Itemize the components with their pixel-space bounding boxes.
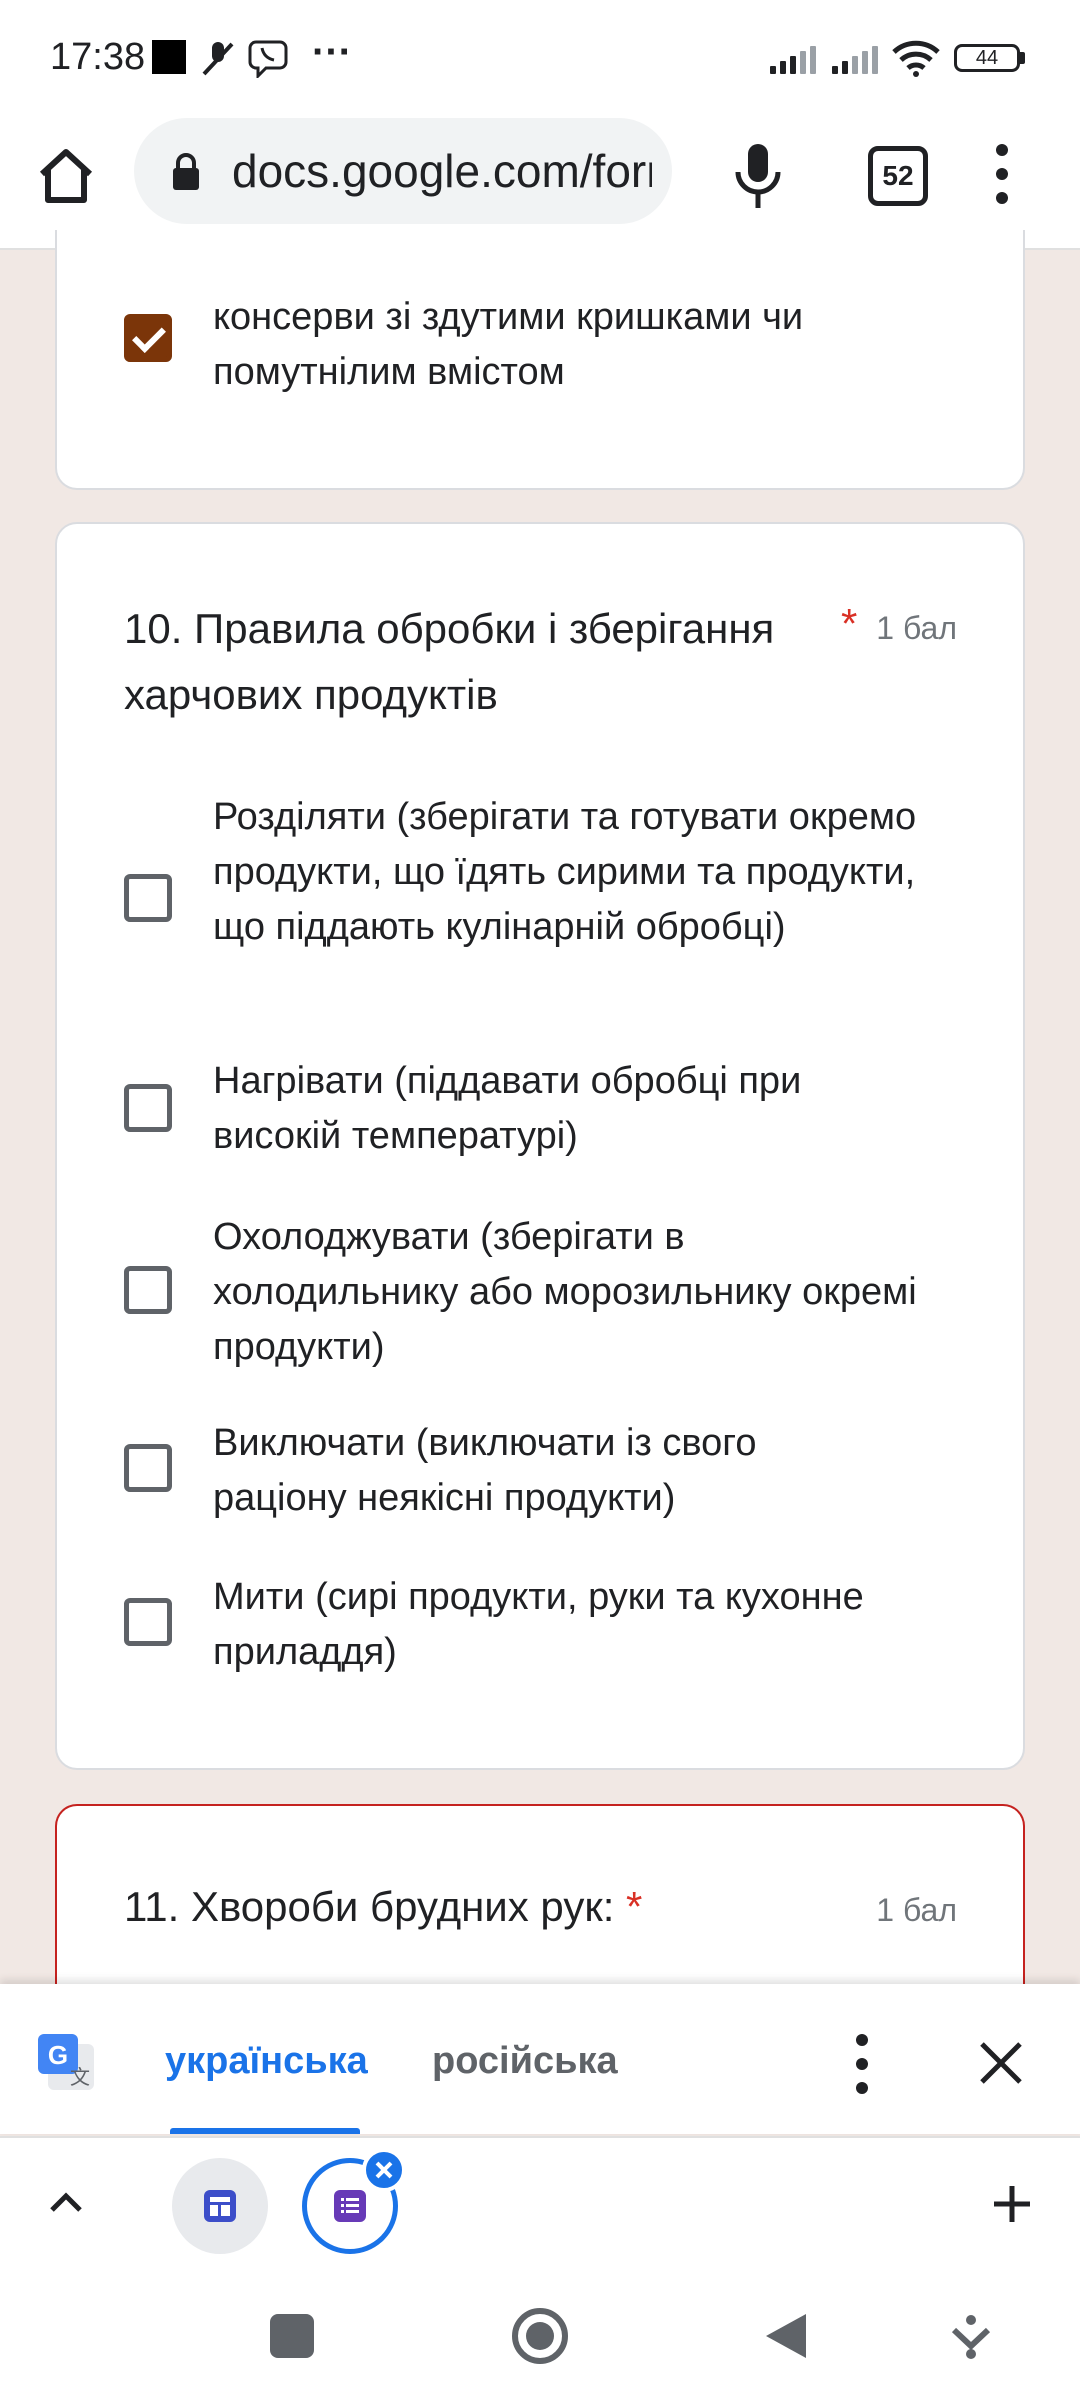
language-tab-ukrainian[interactable]: українська — [165, 2040, 368, 2083]
question-card-9: консерви зі здутими кришками чи помутніл… — [55, 230, 1025, 490]
google-translate-icon: G 文 — [38, 2034, 94, 2090]
question-points: 1 бал — [876, 1892, 957, 1928]
more-icon: ··· — [312, 30, 352, 74]
question-points: 1 бал — [876, 610, 957, 646]
translate-menu-icon[interactable] — [852, 2034, 872, 2106]
active-language-indicator — [170, 2128, 360, 2134]
option-checkbox[interactable] — [124, 1084, 172, 1132]
option-label[interactable]: Мити (сирі продукти, руки та кухонне при… — [213, 1570, 933, 1680]
tab-switcher-button[interactable]: 52 — [868, 146, 928, 206]
tab-group-bar — [0, 2136, 1080, 2274]
option-checkbox[interactable] — [124, 1266, 172, 1314]
layout-icon — [204, 2190, 236, 2222]
option-label[interactable]: Нагрівати (піддавати обробці при високій… — [213, 1054, 913, 1164]
home-icon[interactable] — [34, 144, 98, 208]
required-asterisk: * — [626, 1883, 643, 1930]
option-checkbox[interactable] — [124, 1444, 172, 1492]
question-card-10: 10. Правила обробки і зберігання харчови… — [55, 522, 1025, 1770]
option-label: консерви зі здутими кришками чи помутніл… — [213, 296, 804, 393]
system-nav-bar — [0, 2272, 1080, 2400]
tab-favicon-button[interactable] — [172, 2158, 268, 2254]
question-title: 11. Хвороби брудних рук: * — [124, 1874, 642, 1940]
battery-icon: 44 — [954, 44, 1020, 72]
mic-muted-icon — [202, 42, 234, 76]
svg-text:文: 文 — [70, 2065, 90, 2089]
clock: 17:38 — [50, 36, 146, 78]
viber-icon — [248, 40, 288, 78]
status-bar: 17:38 ··· 44 — [0, 0, 1080, 118]
question-title: 10. Правила обробки і зберігання харчови… — [124, 596, 844, 728]
option-checkbox[interactable] — [124, 1598, 172, 1646]
language-tab-russian[interactable]: російська — [432, 2040, 618, 2083]
signal-icon — [770, 44, 820, 74]
svg-text:G: G — [48, 2040, 68, 2070]
add-tab-icon[interactable] — [990, 2182, 1034, 2226]
signal-icon — [832, 44, 882, 74]
close-icon[interactable] — [976, 2038, 1026, 2088]
back-icon[interactable] — [760, 2310, 810, 2362]
assistant-icon[interactable] — [946, 2312, 996, 2362]
option-label[interactable]: Виключати (виключати із свого раціону не… — [213, 1416, 893, 1526]
close-tab-icon[interactable] — [362, 2148, 406, 2192]
forms-icon — [334, 2190, 366, 2222]
lock-icon — [173, 153, 199, 190]
address-bar[interactable]: docs.google.com/forms — [134, 118, 672, 224]
home-nav-icon[interactable] — [510, 2306, 570, 2366]
required-asterisk: * — [841, 600, 858, 647]
question-title-text: 10. Правила обробки і зберігання харчови… — [124, 605, 775, 718]
recents-button[interactable] — [270, 2314, 314, 2358]
option-label[interactable]: Розділяти (зберігати та готувати окремо … — [213, 790, 973, 955]
battery-level: 44 — [975, 47, 999, 69]
browser-menu-icon[interactable] — [992, 144, 1012, 214]
url-text[interactable]: docs.google.com/forms — [232, 144, 652, 198]
battery-tip — [1020, 52, 1025, 64]
question-title-text: 11. Хвороби брудних рук: — [124, 1883, 615, 1930]
voice-search-icon[interactable] — [732, 142, 784, 210]
chevron-up-icon[interactable] — [46, 2182, 86, 2222]
black-square-icon — [152, 40, 186, 74]
option-checkbox[interactable] — [124, 874, 172, 922]
option-checkbox-checked[interactable] — [124, 314, 172, 362]
wifi-icon — [892, 40, 940, 77]
translate-bar: G 文 українська російська — [0, 1984, 1080, 2134]
option-label[interactable]: Охолоджувати (зберігати в холодильнику а… — [213, 1210, 933, 1375]
